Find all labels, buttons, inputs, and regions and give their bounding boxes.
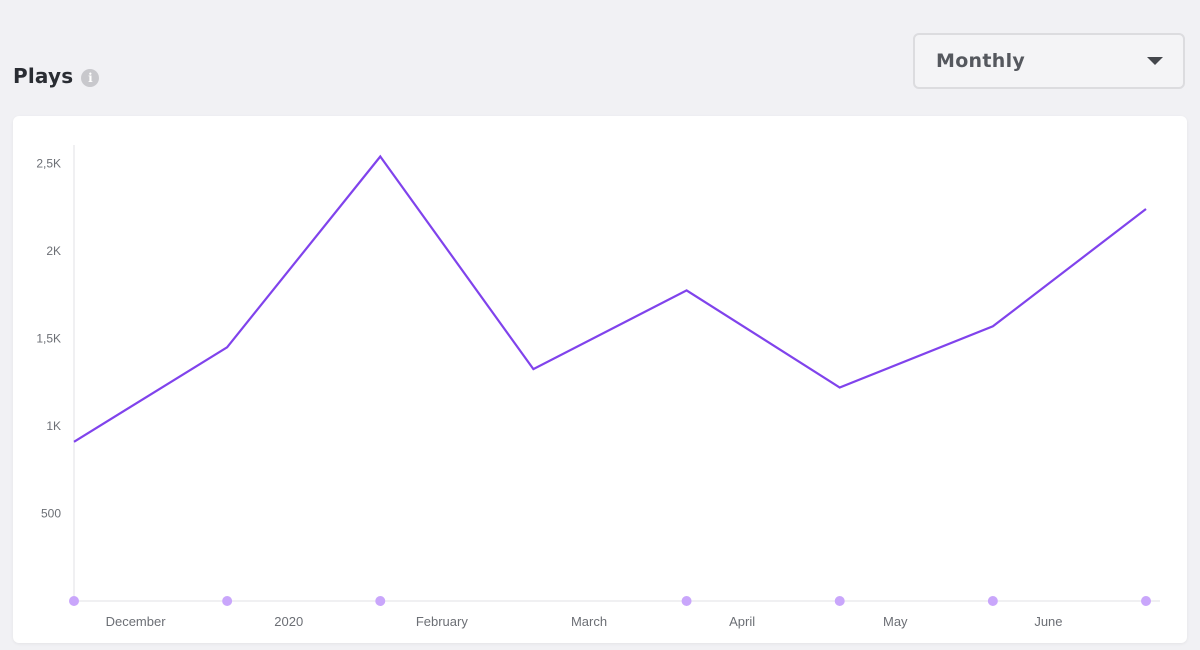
section-header: Plays i: [13, 64, 100, 88]
x-tick-label: April: [729, 614, 755, 629]
x-axis-marker: [69, 596, 79, 606]
y-tick-label: 1,5K: [36, 332, 61, 346]
y-tick-label: 2K: [46, 244, 61, 258]
plays-line-chart: 500 1K 1,5K 2K 2,5K December 2020 February March…: [36, 145, 1160, 629]
chart-card: 500 1K 1,5K 2K 2,5K December 2020 February March…: [13, 116, 1187, 643]
x-axis-marker: [375, 596, 386, 606]
x-axis-marker: [681, 596, 692, 606]
x-tick-label: February: [416, 614, 469, 629]
x-axis-marker: [222, 596, 233, 606]
plays-series-line: [73, 154, 1147, 443]
x-tick-label: March: [571, 614, 607, 629]
page-title: Plays: [13, 64, 74, 88]
x-tick-label: 2020: [274, 614, 303, 629]
y-tick-label: 1K: [46, 419, 61, 433]
x-tick-label: May: [883, 614, 908, 629]
x-tick-label: December: [106, 614, 167, 629]
x-axis-marker: [1141, 596, 1151, 606]
period-dropdown-value: Monthly: [936, 50, 1026, 72]
x-tick-label: June: [1034, 614, 1062, 629]
page: Plays i Monthly 500 1K 1,5K 2K 2,5K December 2…: [0, 0, 1200, 650]
info-icon[interactable]: i: [81, 68, 100, 87]
x-axis-marker: [834, 596, 845, 606]
y-tick-label: 2,5K: [36, 157, 61, 171]
period-dropdown[interactable]: Monthly: [913, 33, 1185, 89]
x-axis-marker: [987, 596, 998, 606]
caret-down-icon: [1147, 57, 1163, 65]
y-tick-label: 500: [41, 507, 61, 521]
